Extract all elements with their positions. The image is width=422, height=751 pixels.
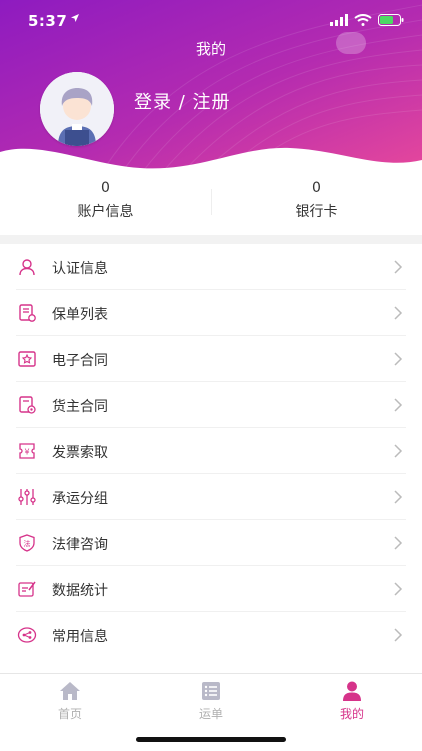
menu-item-policy-list[interactable]: 保单列表 bbox=[0, 290, 422, 336]
waybill-icon bbox=[202, 682, 220, 700]
menu-item-legal-consult[interactable]: 法 法律咨询 bbox=[0, 520, 422, 566]
stat-label: 账户信息 bbox=[77, 204, 134, 220]
status-time: 5:37 bbox=[28, 12, 68, 30]
wifi-icon bbox=[354, 14, 372, 26]
menu-item-label: 法律咨询 bbox=[52, 537, 108, 553]
menu-item-invoice[interactable]: ¥ 发票索取 bbox=[0, 428, 422, 474]
shipper-contract-icon bbox=[19, 396, 36, 414]
svg-text:法: 法 bbox=[24, 539, 31, 548]
tab-label: 我的 bbox=[339, 707, 364, 721]
sliders-icon bbox=[18, 489, 36, 505]
invoice-icon: ¥ bbox=[19, 443, 35, 459]
chevron-right-icon bbox=[394, 444, 403, 458]
account-stats: 0 账户信息 0 银行卡 bbox=[0, 175, 422, 233]
menu-item-label: 认证信息 bbox=[52, 261, 108, 277]
location-arrow-icon bbox=[71, 14, 79, 22]
stat-bank-card[interactable]: 0 银行卡 bbox=[211, 175, 422, 233]
stat-value: 0 bbox=[101, 180, 110, 196]
stat-label: 银行卡 bbox=[295, 204, 338, 220]
menu-item-shipper-contract[interactable]: 货主合同 bbox=[0, 382, 422, 428]
menu-item-label: 常用信息 bbox=[52, 629, 108, 645]
tab-label: 运单 bbox=[198, 707, 223, 721]
menu-list: 认证信息 保单列表 电子合同 货主合同 ¥ 发票索取 承运分组 法 法律咨询 数… bbox=[0, 244, 422, 658]
tab-home[interactable]: 首页 bbox=[0, 680, 140, 730]
stat-value: 0 bbox=[312, 180, 321, 196]
policy-list-icon bbox=[19, 304, 36, 322]
default-avatar-icon bbox=[40, 72, 114, 146]
menu-item-label: 货主合同 bbox=[52, 399, 108, 415]
menu-item-certification[interactable]: 认证信息 bbox=[0, 244, 422, 290]
menu-item-label: 保单列表 bbox=[52, 307, 108, 323]
share-icon bbox=[17, 627, 37, 643]
chevron-right-icon bbox=[394, 398, 403, 412]
login-register-link[interactable]: 登录 / 注册 bbox=[134, 88, 231, 114]
menu-item-label: 电子合同 bbox=[52, 353, 108, 369]
home-icon bbox=[60, 682, 80, 700]
svg-text:¥: ¥ bbox=[24, 448, 29, 457]
chevron-right-icon bbox=[394, 260, 403, 274]
menu-item-statistics[interactable]: 数据统计 bbox=[0, 566, 422, 612]
battery-icon bbox=[378, 14, 404, 26]
section-divider bbox=[0, 235, 422, 244]
tab-label: 首页 bbox=[57, 707, 82, 721]
chevron-right-icon bbox=[394, 490, 403, 504]
chevron-right-icon bbox=[394, 352, 403, 366]
stat-account-info[interactable]: 0 账户信息 bbox=[0, 175, 211, 233]
home-indicator bbox=[136, 737, 286, 742]
profile-header: 5:37 我的 登录 / 注册 bbox=[0, 0, 422, 175]
statistics-icon bbox=[18, 581, 36, 597]
menu-item-carrier-group[interactable]: 承运分组 bbox=[0, 474, 422, 520]
menu-item-label: 数据统计 bbox=[52, 583, 108, 599]
message-bubble-icon[interactable] bbox=[336, 32, 366, 54]
menu-item-e-contract[interactable]: 电子合同 bbox=[0, 336, 422, 382]
tab-mine[interactable]: 我的 bbox=[282, 680, 422, 730]
user-icon bbox=[19, 259, 35, 276]
tab-waybill[interactable]: 运单 bbox=[141, 680, 281, 730]
e-contract-icon bbox=[18, 351, 36, 367]
profile-icon bbox=[343, 681, 361, 701]
chevron-right-icon bbox=[394, 628, 403, 642]
signal-icon bbox=[330, 14, 348, 26]
menu-item-common-info[interactable]: 常用信息 bbox=[0, 612, 422, 658]
avatar[interactable] bbox=[40, 72, 114, 146]
chevron-right-icon bbox=[394, 536, 403, 550]
menu-item-label: 承运分组 bbox=[52, 491, 108, 507]
menu-item-label: 发票索取 bbox=[52, 445, 108, 461]
legal-icon: 法 bbox=[19, 534, 35, 552]
chevron-right-icon bbox=[394, 582, 403, 596]
chevron-right-icon bbox=[394, 306, 403, 320]
